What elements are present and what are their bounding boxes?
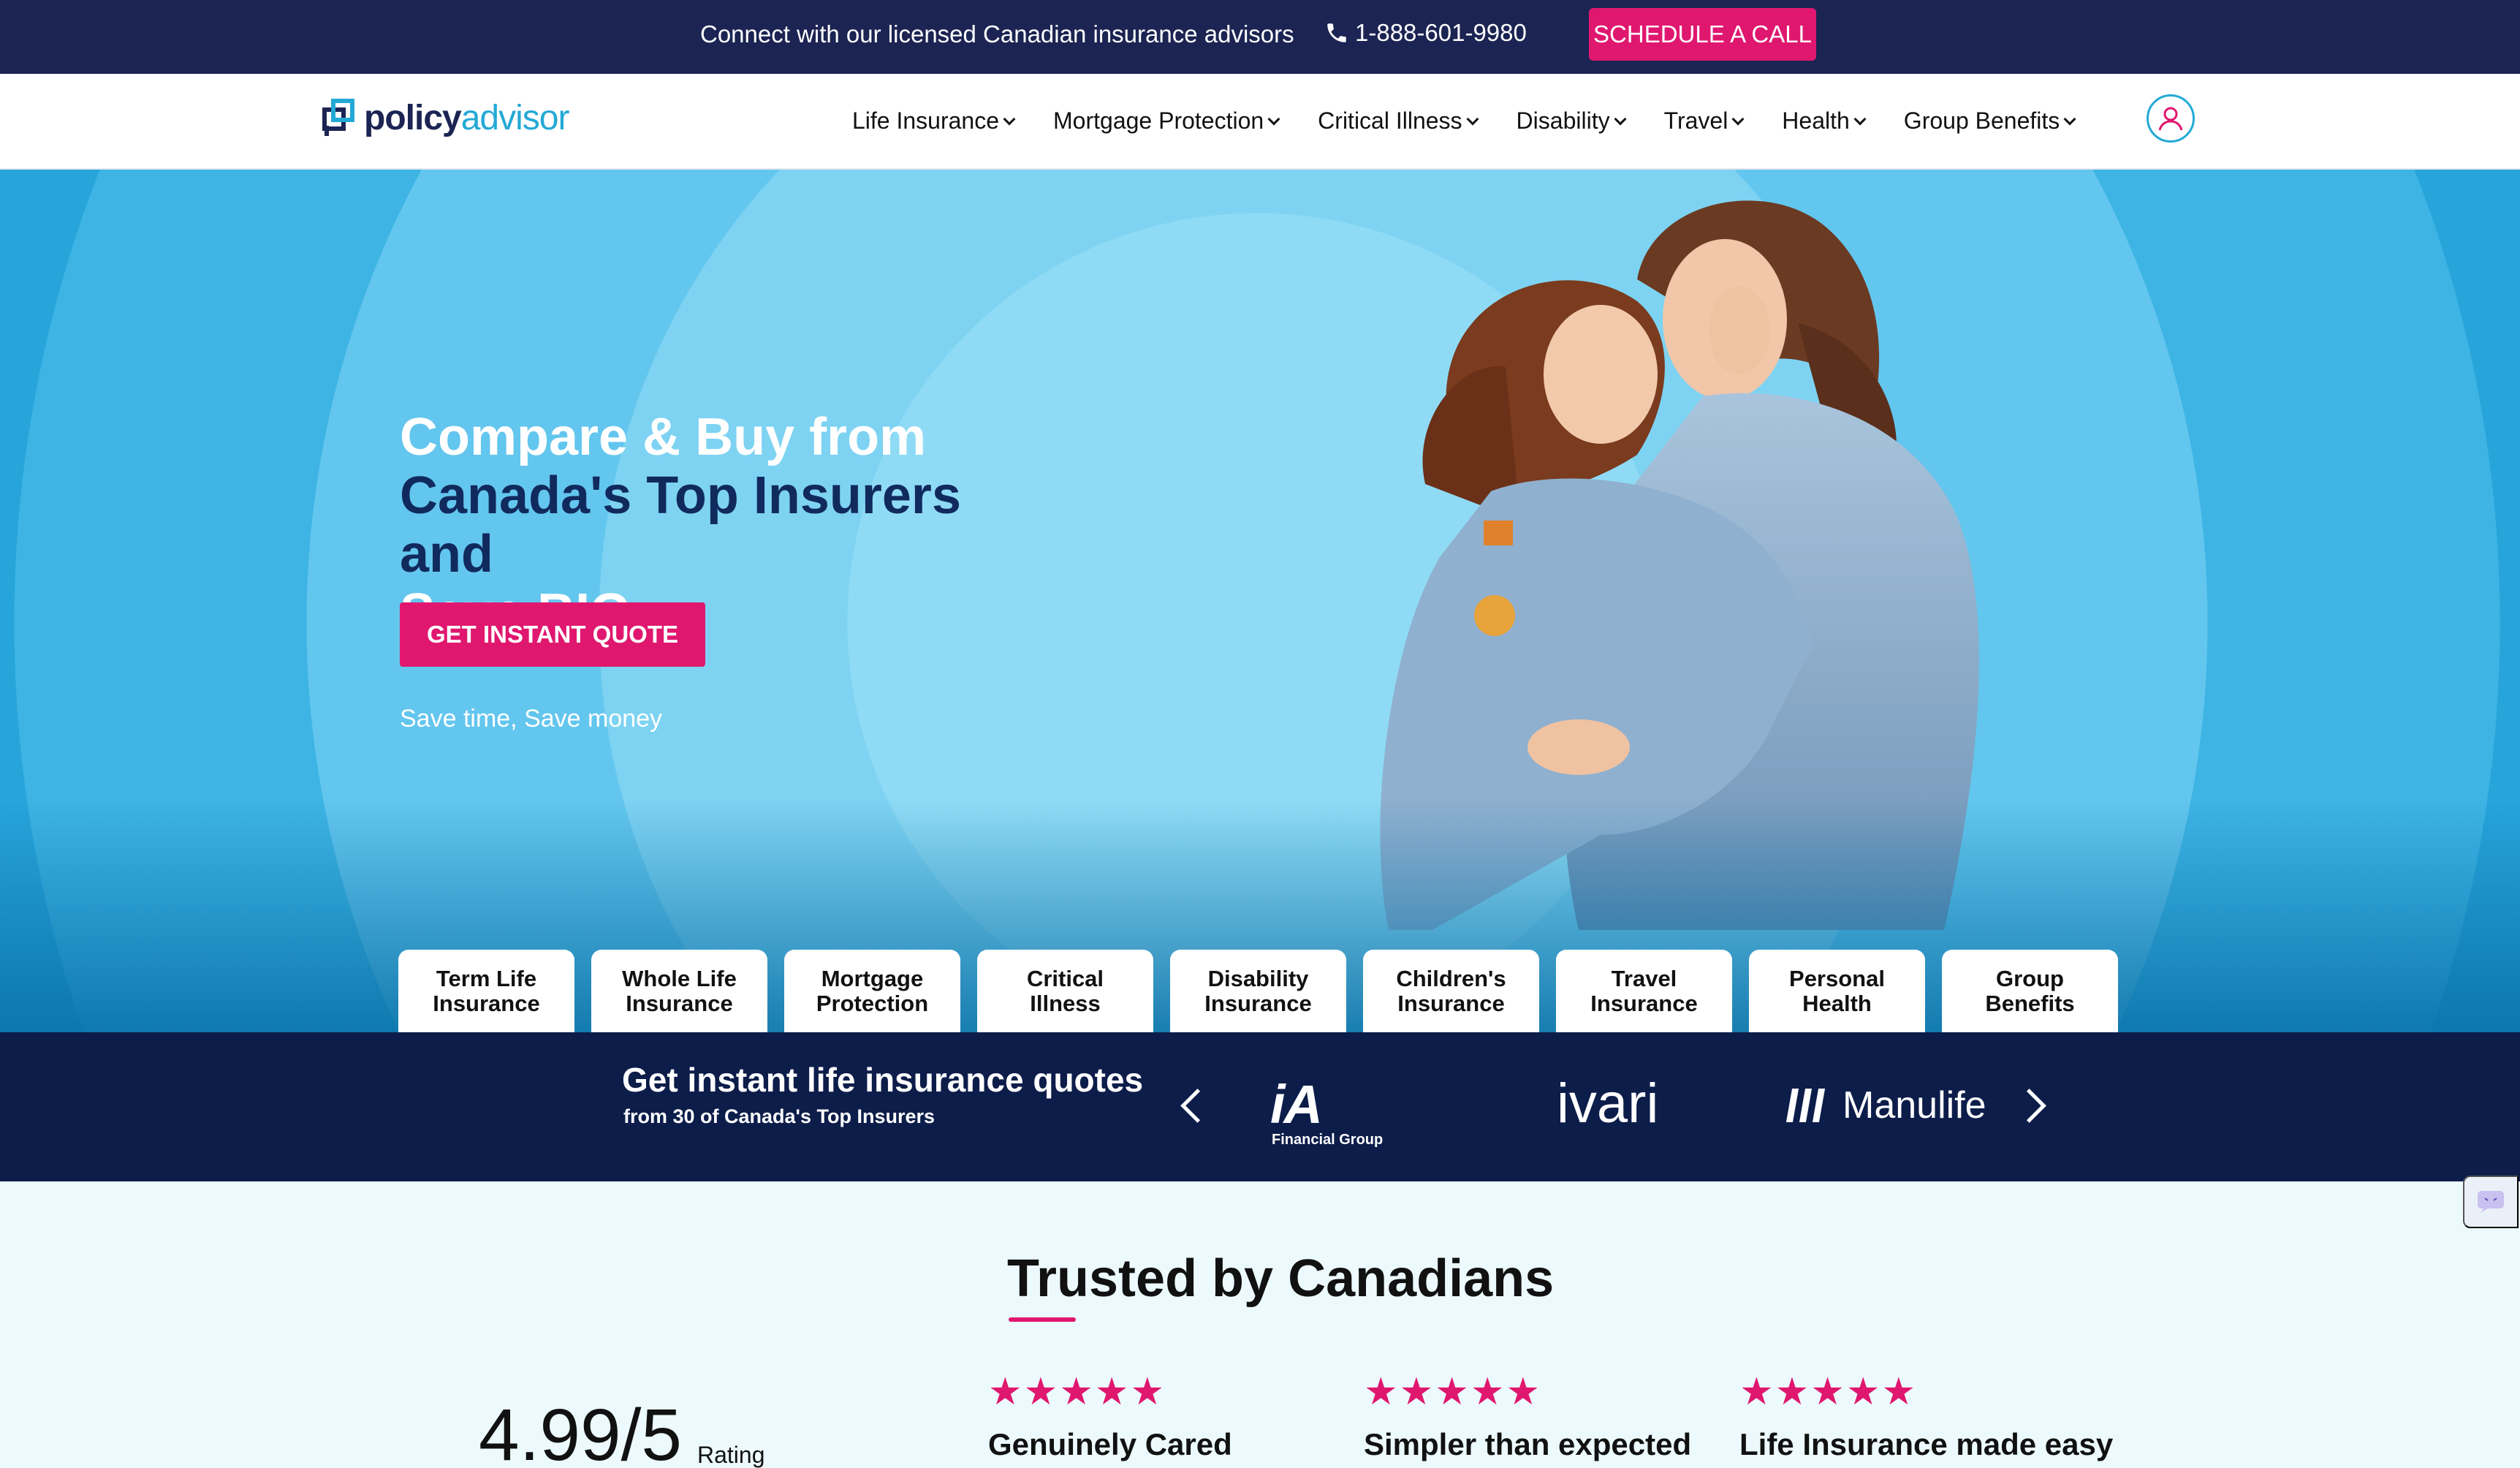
ivari-logo: ivari	[1557, 1072, 1659, 1135]
chat-widget-button[interactable]	[2463, 1176, 2519, 1228]
carousel-prev-button[interactable]	[1175, 1088, 1204, 1124]
get-instant-quote-button[interactable]: GET INSTANT QUOTE	[400, 602, 705, 667]
trusted-section: Trusted by Canadians 4.99/5 Rating ★★★★★…	[0, 1181, 2520, 1468]
phone-icon	[1327, 23, 1346, 42]
category-disability[interactable]: Disability Insurance	[1170, 950, 1346, 1032]
review-card: ★★★★★ Life Insurance made easy	[1739, 1370, 2113, 1462]
menu-critical-illness[interactable]: Critical Illness	[1318, 107, 1479, 135]
heading-underline	[1009, 1317, 1076, 1322]
chevron-down-icon	[1853, 113, 1867, 125]
review-card: ★★★★★ Genuinely Cared	[988, 1370, 1232, 1462]
chat-icon	[2478, 1191, 2504, 1213]
insurers-heading: Get instant life insurance quotes	[622, 1061, 1144, 1099]
logo-wordmark: policyadvisor	[364, 98, 569, 137]
primary-menu: Life Insurance Mortgage Protection Criti…	[852, 107, 2076, 135]
five-stars-icon: ★★★★★	[988, 1371, 1166, 1413]
manulife-logo: Manulife	[1785, 1083, 1986, 1127]
logo-mark-icon	[322, 99, 354, 136]
menu-health[interactable]: Health	[1782, 107, 1867, 135]
rating-label: Rating	[697, 1442, 765, 1468]
trusted-heading: Trusted by Canadians	[1007, 1249, 1555, 1308]
ia-financial-logo: iA Financial Group	[1270, 1074, 1384, 1148]
chevron-down-icon	[1731, 113, 1745, 125]
category-term-life[interactable]: Term Life Insurance	[398, 950, 574, 1032]
menu-disability[interactable]: Disability	[1517, 107, 1627, 135]
chevron-down-icon	[1614, 113, 1627, 125]
category-mortgage-protection[interactable]: Mortgage Protection	[784, 950, 960, 1032]
chevron-down-icon	[2063, 113, 2076, 125]
schedule-call-button[interactable]: SCHEDULE A CALL	[1589, 8, 1816, 61]
category-critical-illness[interactable]: Critical Illness	[977, 950, 1153, 1032]
category-group-benefits[interactable]: Group Benefits	[1942, 950, 2118, 1032]
chevron-down-icon	[1267, 113, 1280, 125]
carousel-next-button[interactable]	[2017, 1088, 2046, 1124]
review-title: Simpler than expected	[1364, 1427, 1692, 1461]
review-title: Life Insurance made easy	[1739, 1427, 2114, 1461]
menu-group-benefits[interactable]: Group Benefits	[1904, 107, 2076, 135]
chevron-down-icon	[1003, 113, 1016, 125]
policyadvisor-logo[interactable]: policyadvisor	[322, 96, 569, 140]
advisor-message: Connect with our licensed Canadian insur…	[700, 20, 1294, 48]
category-whole-life[interactable]: Whole Life Insurance	[591, 950, 767, 1032]
review-title: Genuinely Cared	[988, 1427, 1232, 1461]
rating-value: 4.99/5	[479, 1394, 683, 1468]
chevron-down-icon	[1466, 113, 1479, 125]
phone-link[interactable]: 1-888-601-9980	[1324, 19, 1527, 47]
insurers-carousel: Get instant life insurance quotes from 3…	[0, 1032, 2520, 1181]
main-navigation: policyadvisor Life Insurance Mortgage Pr…	[0, 74, 2520, 170]
top-announcement-bar: Connect with our licensed Canadian insur…	[0, 0, 2520, 74]
hero-tagline: Save time, Save money	[400, 705, 663, 733]
menu-mortgage-protection[interactable]: Mortgage Protection	[1053, 107, 1280, 135]
insurance-category-tabs: Term Life Insurance Whole Life Insurance M…	[398, 950, 2118, 1032]
manulife-mark-icon	[1785, 1089, 1826, 1122]
account-button[interactable]	[2147, 94, 2195, 143]
review-card: ★★★★★ Simpler than expected	[1364, 1370, 1691, 1462]
menu-life-insurance[interactable]: Life Insurance	[852, 107, 1016, 135]
category-personal-health[interactable]: Personal Health	[1749, 950, 1925, 1032]
menu-travel[interactable]: Travel	[1664, 107, 1745, 135]
five-stars-icon: ★★★★★	[1739, 1371, 1918, 1413]
insurers-subheading: from 30 of Canada's Top Insurers	[623, 1105, 935, 1127]
category-childrens[interactable]: Children's Insurance	[1363, 950, 1539, 1032]
phone-number: 1-888-601-9980	[1355, 19, 1527, 46]
user-icon	[2158, 107, 2183, 131]
hero-section: Compare & Buy from Canada's Top Insurers…	[0, 170, 2520, 1032]
category-travel[interactable]: Travel Insurance	[1556, 950, 1732, 1032]
five-stars-icon: ★★★★★	[1364, 1371, 1542, 1413]
